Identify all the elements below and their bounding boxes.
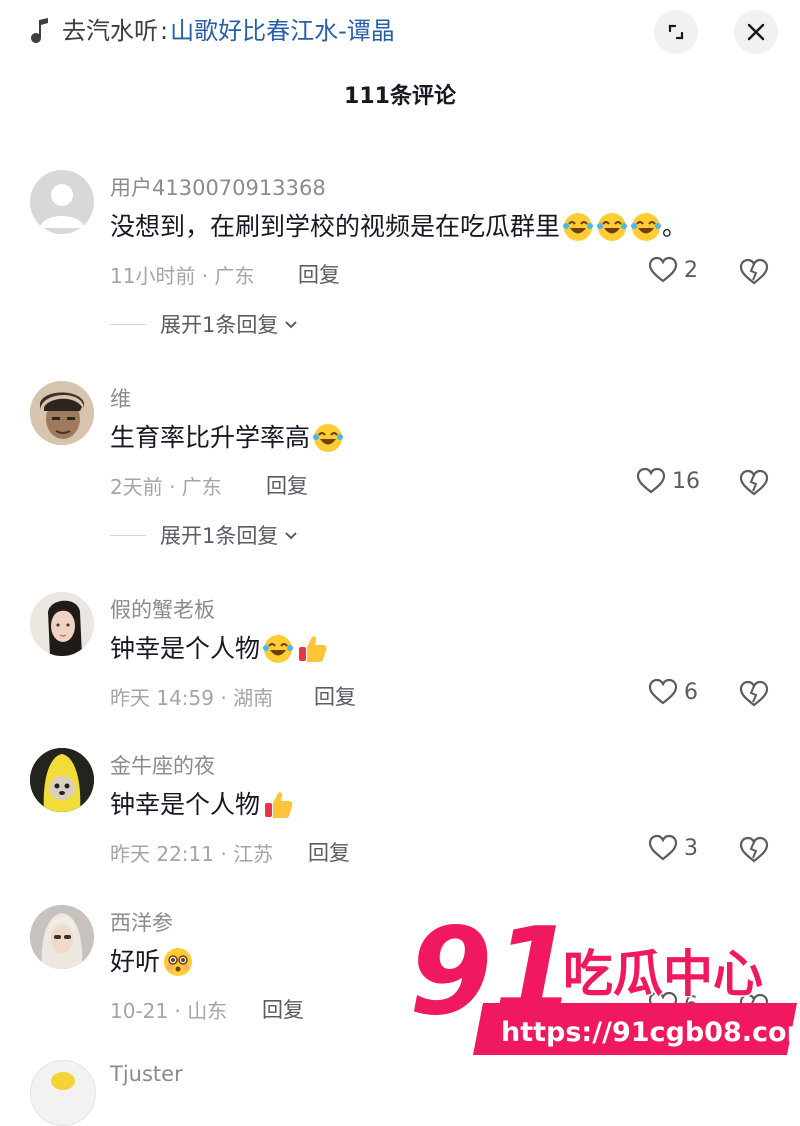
comment-text-body: 钟幸是个人物 xyxy=(110,790,261,819)
avatar[interactable] xyxy=(30,381,94,445)
broken-heart-icon xyxy=(739,680,769,707)
avatar[interactable] xyxy=(30,592,94,656)
divider-line xyxy=(110,323,146,325)
expand-replies[interactable]: 展开1条回复 xyxy=(110,520,300,550)
broken-heart-icon xyxy=(739,836,769,863)
heart-icon xyxy=(648,256,678,283)
laugh-cry-emoji xyxy=(563,213,594,241)
comment-text-body: 好听 xyxy=(110,947,161,976)
dislike-button[interactable] xyxy=(738,469,770,501)
comment-meta: 昨天 22:11 · 江苏 xyxy=(110,842,274,866)
laugh-cry-emoji xyxy=(313,424,344,452)
reply-button[interactable]: 回复 xyxy=(262,994,304,1024)
reply-button[interactable]: 回复 xyxy=(298,259,340,289)
music-note-icon xyxy=(31,18,48,43)
comment-meta: 11小时前 · 广东 xyxy=(110,264,255,288)
avatar[interactable] xyxy=(30,1060,96,1126)
expand-button[interactable] xyxy=(654,10,698,54)
top-bar: 去汽水听 : 山歌好比春江水-谭晶 xyxy=(0,0,800,64)
heart-icon xyxy=(648,834,678,861)
comment-meta: 2天前 · 广东 xyxy=(110,475,222,499)
chevron-down-icon xyxy=(285,321,298,329)
heart-icon xyxy=(648,678,678,705)
expand-replies-label: 展开1条回复 xyxy=(160,524,279,548)
comment-text: 钟幸是个人物 xyxy=(110,784,294,826)
like-button[interactable]: 6 xyxy=(648,678,698,706)
dislike-button[interactable] xyxy=(738,836,770,868)
music-prefix: 去汽水听 xyxy=(62,17,158,45)
dislike-button[interactable] xyxy=(738,258,770,290)
close-button[interactable] xyxy=(734,10,778,54)
like-button[interactable]: 3 xyxy=(648,834,698,862)
svg-text:https://91cgb08.com: https://91cgb08.com xyxy=(501,1017,800,1048)
comment-username[interactable]: Tjuster xyxy=(110,1062,183,1086)
broken-heart-icon xyxy=(739,258,769,285)
avatar[interactable] xyxy=(30,905,94,969)
comment-meta: 10-21 · 山东 xyxy=(110,999,228,1023)
comment-text-body: 生育率比升学率高 xyxy=(110,423,311,452)
thumbs-up-emoji xyxy=(265,792,293,818)
avatar[interactable] xyxy=(30,170,94,234)
reply-button[interactable]: 回复 xyxy=(308,837,350,867)
comment-text: 好听 xyxy=(110,941,194,983)
comment-text-suffix: 。 xyxy=(662,212,688,241)
close-icon xyxy=(747,23,765,41)
like-count: 16 xyxy=(672,468,700,494)
like-button[interactable]: 16 xyxy=(636,467,700,495)
comment-text: 没想到，在刷到学校的视频是在吃瓜群里 。 xyxy=(110,206,687,248)
watermark-logo: 91 吃瓜中心 https://91cgb08.com xyxy=(405,902,800,1065)
like-count: 3 xyxy=(684,835,698,861)
comment-text-body: 没想到，在刷到学校的视频是在吃瓜群里 xyxy=(110,212,561,241)
comment-text: 钟幸是个人物 xyxy=(110,628,328,670)
thumbs-up-emoji xyxy=(299,636,327,662)
reply-button[interactable]: 回复 xyxy=(314,681,356,711)
reply-button[interactable]: 回复 xyxy=(266,470,308,500)
comment-text-body: 钟幸是个人物 xyxy=(110,634,261,663)
heart-icon xyxy=(636,467,666,494)
like-button[interactable]: 2 xyxy=(648,256,698,284)
comment-username[interactable]: 假的蟹老板 xyxy=(110,594,215,624)
like-count: 2 xyxy=(684,257,698,283)
chevron-down-icon xyxy=(285,532,298,540)
comment-count: 111条评论 xyxy=(344,84,456,109)
laugh-cry-emoji xyxy=(631,213,662,241)
comment-meta: 昨天 14:59 · 湖南 xyxy=(110,686,274,710)
expand-replies[interactable]: 展开1条回复 xyxy=(110,309,300,339)
comment-username[interactable]: 西洋参 xyxy=(110,907,173,937)
expand-replies-label: 展开1条回复 xyxy=(160,313,279,337)
expand-icon xyxy=(668,24,684,40)
comment-text: 生育率比升学率高 xyxy=(110,417,344,459)
comment-username[interactable]: 金牛座的夜 xyxy=(110,750,215,780)
divider-line xyxy=(110,534,146,536)
music-link[interactable]: 去汽水听 : 山歌好比春江水-谭晶 xyxy=(30,14,395,48)
laugh-cry-emoji xyxy=(263,635,294,663)
dislike-button[interactable] xyxy=(738,680,770,712)
comment-username[interactable]: 维 xyxy=(110,383,131,413)
avatar[interactable] xyxy=(30,748,94,812)
svg-text:吃瓜中心: 吃瓜中心 xyxy=(563,945,763,1003)
music-separator: : xyxy=(160,17,169,45)
music-title[interactable]: 山歌好比春江水-谭晶 xyxy=(170,14,395,48)
laugh-cry-emoji xyxy=(597,213,628,241)
comment-username[interactable]: 用户4130070913368 xyxy=(110,172,326,202)
broken-heart-icon xyxy=(739,469,769,496)
like-count: 6 xyxy=(684,679,698,705)
pleading-emoji xyxy=(164,948,193,976)
